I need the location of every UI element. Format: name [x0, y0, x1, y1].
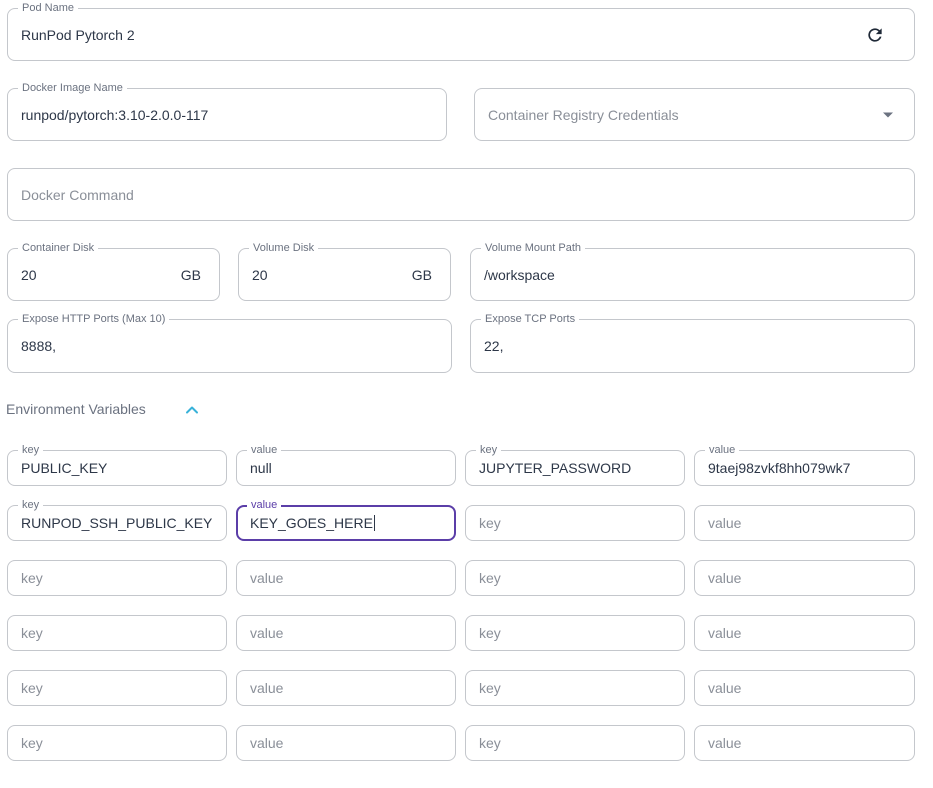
docker-command-placeholder: Docker Command — [21, 186, 134, 203]
env-value-placeholder: value — [708, 625, 742, 641]
registry-credentials-select[interactable]: Container Registry Credentials — [474, 88, 915, 141]
env-key-placeholder: key — [21, 735, 43, 751]
env-key-placeholder: key — [479, 515, 501, 531]
env-value-field[interactable]: value KEY_GOES_HERE — [236, 498, 456, 541]
env-key-placeholder: key — [479, 625, 501, 641]
env-value-placeholder: value — [708, 570, 742, 586]
env-key-label: key — [18, 443, 44, 457]
env-value-field[interactable]: value — [694, 505, 915, 541]
volume-mount-path-field[interactable]: Volume Mount Path /workspace — [470, 241, 915, 301]
env-value-field[interactable]: value — [236, 615, 456, 651]
pod-config-form: Pod Name RunPod Pytorch 2 Docker Image N… — [0, 0, 933, 788]
docker-command-field[interactable]: Docker Command — [7, 168, 915, 221]
docker-image-label: Docker Image Name — [18, 81, 127, 95]
env-value-value[interactable]: KEY_GOES_HERE — [250, 515, 375, 531]
env-value-field[interactable]: value — [236, 560, 456, 596]
env-value-text: 9taej98zvkf8hh079wk7 — [708, 460, 851, 476]
env-value-label: value — [247, 498, 282, 512]
env-value-label: value — [705, 443, 740, 457]
env-key-field[interactable]: key — [7, 615, 227, 651]
env-key-placeholder: key — [21, 680, 43, 696]
registry-credentials-placeholder: Container Registry Credentials — [488, 106, 679, 123]
env-key-placeholder: key — [479, 570, 501, 586]
docker-image-value[interactable]: runpod/pytorch:3.10-2.0.0-117 — [21, 107, 208, 123]
env-value-field[interactable]: value — [236, 670, 456, 706]
http-ports-label: Expose HTTP Ports (Max 10) — [18, 312, 170, 326]
pod-name-value[interactable]: RunPod Pytorch 2 — [21, 27, 135, 43]
env-key-placeholder: key — [21, 570, 43, 586]
env-value-field[interactable]: value 9taej98zvkf8hh079wk7 — [694, 443, 915, 486]
env-key-field[interactable]: key JUPYTER_PASSWORD — [465, 443, 685, 486]
pod-name-field[interactable]: Pod Name RunPod Pytorch 2 — [7, 1, 915, 61]
env-value-placeholder: value — [250, 680, 284, 696]
chevron-up-icon[interactable] — [185, 403, 199, 417]
http-ports-value[interactable]: 8888, — [21, 338, 56, 354]
env-key-value[interactable]: PUBLIC_KEY — [21, 460, 107, 476]
env-value-label: value — [247, 443, 282, 457]
http-ports-field[interactable]: Expose HTTP Ports (Max 10) 8888, — [7, 312, 452, 373]
env-value-field[interactable]: value — [694, 615, 915, 651]
container-disk-field[interactable]: Container Disk 20 GB — [7, 241, 220, 301]
env-key-label: key — [476, 443, 502, 457]
env-key-text: RUNPOD_SSH_PUBLIC_KEY — [21, 515, 213, 531]
env-key-value[interactable]: JUPYTER_PASSWORD — [479, 460, 631, 476]
env-key-field[interactable]: key — [7, 725, 227, 761]
volume-mount-path-label: Volume Mount Path — [481, 241, 586, 255]
env-value-value[interactable]: null — [250, 460, 272, 476]
volume-disk-field[interactable]: Volume Disk 20 GB — [238, 241, 451, 301]
env-key-text: JUPYTER_PASSWORD — [479, 460, 632, 476]
env-value-text: null — [250, 460, 272, 476]
pod-name-label: Pod Name — [18, 1, 78, 15]
env-value-placeholder: value — [708, 735, 742, 751]
container-disk-value[interactable]: 20 — [21, 267, 37, 283]
env-key-field[interactable]: key — [465, 725, 685, 761]
env-key-field[interactable]: key — [7, 560, 227, 596]
env-value-field[interactable]: value — [694, 725, 915, 761]
env-value-placeholder: value — [250, 570, 284, 586]
env-key-field[interactable]: key — [465, 615, 685, 651]
env-value-field[interactable]: value null — [236, 443, 456, 486]
env-key-field[interactable]: key — [465, 560, 685, 596]
text-caret — [373, 515, 375, 531]
volume-disk-label: Volume Disk — [249, 241, 319, 255]
env-key-field[interactable]: key RUNPOD_SSH_PUBLIC_KEY — [7, 498, 227, 541]
docker-image-field[interactable]: Docker Image Name runpod/pytorch:3.10-2.… — [7, 81, 447, 141]
tcp-ports-field[interactable]: Expose TCP Ports 22, — [470, 312, 915, 373]
env-key-field[interactable]: key — [7, 670, 227, 706]
volume-mount-path-value[interactable]: /workspace — [484, 267, 555, 283]
container-disk-label: Container Disk — [18, 241, 99, 255]
env-value-value[interactable]: 9taej98zvkf8hh079wk7 — [708, 460, 850, 476]
env-key-field[interactable]: key — [465, 505, 685, 541]
env-key-placeholder: key — [479, 735, 501, 751]
env-key-placeholder: key — [21, 625, 43, 641]
env-key-label: key — [18, 498, 44, 512]
env-key-placeholder: key — [479, 680, 501, 696]
env-value-placeholder: value — [708, 680, 742, 696]
container-disk-unit: GB — [180, 266, 201, 283]
chevron-down-icon[interactable] — [882, 111, 894, 119]
refresh-icon[interactable] — [865, 25, 885, 45]
env-key-text: PUBLIC_KEY — [21, 460, 108, 476]
volume-disk-unit: GB — [411, 266, 432, 283]
tcp-ports-label: Expose TCP Ports — [481, 312, 580, 326]
env-value-field[interactable]: value — [694, 560, 915, 596]
env-value-field[interactable]: value — [694, 670, 915, 706]
env-key-field[interactable]: key PUBLIC_KEY — [7, 443, 227, 486]
env-value-field[interactable]: value — [236, 725, 456, 761]
tcp-ports-value[interactable]: 22, — [484, 338, 503, 354]
env-vars-title[interactable]: Environment Variables — [6, 401, 146, 417]
env-key-value[interactable]: RUNPOD_SSH_PUBLIC_KEY — [21, 515, 212, 531]
env-key-field[interactable]: key — [465, 670, 685, 706]
env-value-text: KEY_GOES_HERE — [250, 515, 373, 531]
volume-disk-value[interactable]: 20 — [252, 267, 268, 283]
env-value-placeholder: value — [708, 515, 742, 531]
env-value-placeholder: value — [250, 735, 284, 751]
env-value-placeholder: value — [250, 625, 284, 641]
